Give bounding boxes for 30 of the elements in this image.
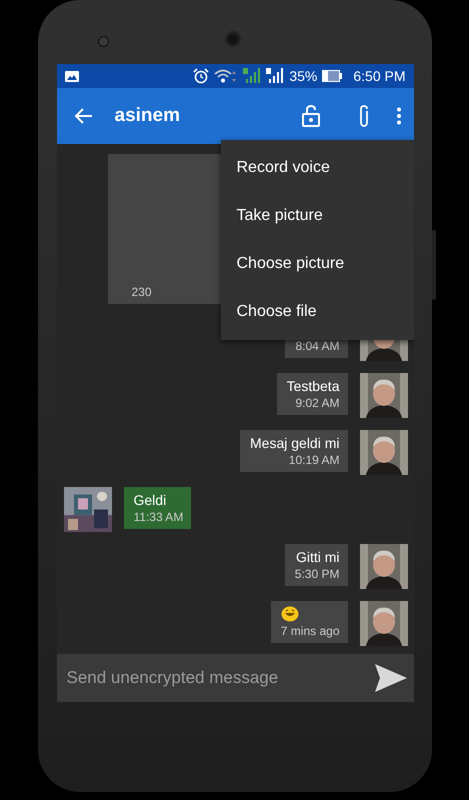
alarm-icon bbox=[193, 68, 210, 84]
message-time: 11:33 AM bbox=[134, 510, 184, 524]
wifi-icon bbox=[214, 68, 238, 84]
signal-icon bbox=[266, 68, 284, 84]
image-icon bbox=[64, 70, 78, 82]
smiley-icon bbox=[280, 606, 299, 622]
message-time: 8:04 AM bbox=[295, 339, 340, 353]
message-time: 10:19 AM bbox=[288, 453, 340, 467]
message-time: 230 bbox=[132, 285, 152, 299]
message-input[interactable]: Send unencrypted message bbox=[64, 667, 374, 689]
message-text: Gitti mi bbox=[296, 549, 340, 565]
attach-button[interactable] bbox=[358, 104, 370, 128]
status-time: 6:50 PM bbox=[353, 68, 406, 84]
send-icon[interactable] bbox=[374, 663, 408, 693]
earpiece-speaker bbox=[224, 30, 242, 48]
battery-percent: 35% bbox=[289, 68, 318, 84]
chat-title: asinem bbox=[114, 105, 181, 127]
message-field[interactable]: Send unencrypted message bbox=[56, 654, 414, 702]
signal-icon bbox=[243, 68, 262, 84]
front-camera bbox=[98, 36, 109, 47]
battery-icon bbox=[322, 70, 342, 82]
back-button[interactable] bbox=[74, 108, 92, 124]
message-time: 5:30 PM bbox=[294, 567, 340, 581]
message-text: Geldi bbox=[134, 492, 166, 508]
message-time: 9:02 AM bbox=[295, 396, 340, 410]
message-text: Testbeta bbox=[286, 378, 340, 394]
lock-button[interactable] bbox=[302, 105, 320, 127]
message-time: 7 mins ago bbox=[280, 624, 340, 638]
more-options-button[interactable] bbox=[396, 107, 402, 125]
message-text: Mesaj geldi mi bbox=[250, 435, 340, 451]
